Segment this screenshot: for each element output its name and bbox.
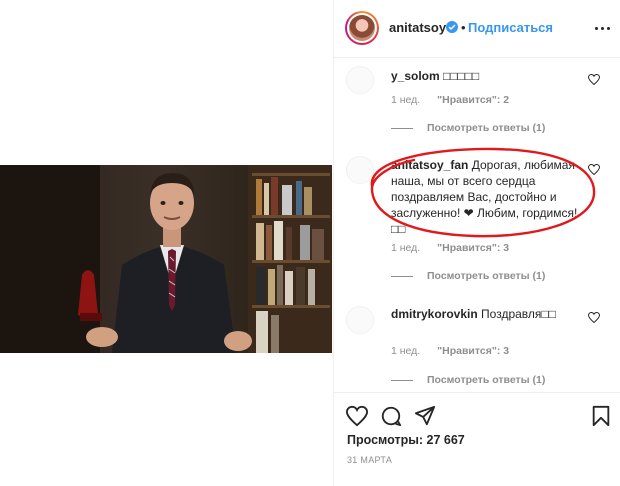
comment-icon[interactable] [380,405,402,427]
comment-time[interactable]: 1 нед. [391,242,420,254]
comment-username[interactable]: anitatsoy_fan [391,158,468,172]
comment-body: y_solom □□□□□ [391,68,581,84]
comment-text: Поздравля□□ [481,307,556,321]
video-player[interactable] [0,165,332,353]
view-replies-button[interactable]: Посмотреть ответы (1) [391,374,545,386]
comment-body: anitatsoy_fan Дорогая, любимая наша, мы … [391,157,581,237]
replies-divider [391,127,413,129]
share-icon[interactable] [414,405,436,427]
view-replies-label: Посмотреть ответы (1) [427,374,546,387]
video-frame [0,165,332,353]
bookmark-icon[interactable] [590,405,612,427]
replies-divider [391,275,413,277]
follow-button[interactable]: Подписаться [468,20,553,35]
comment-meta: 1 нед. "Нравится": 3 [391,345,509,357]
comment-avatar[interactable] [346,306,374,334]
comment-avatar[interactable] [346,156,374,184]
comment-body: dmitrykorovkin Поздравля□□ [391,306,581,322]
comment-likes[interactable]: "Нравится": 2 [437,94,509,106]
more-options-icon[interactable] [595,21,611,35]
comment-likes[interactable]: "Нравится": 3 [437,345,509,357]
comment-meta: 1 нед. "Нравится": 2 [391,94,509,106]
view-replies-button[interactable]: Посмотреть ответы (1) [391,270,545,282]
replies-divider [391,379,413,381]
comment-time[interactable]: 1 нед. [391,345,420,357]
comment-time[interactable]: 1 нед. [391,94,420,106]
comment-meta: 1 нед. "Нравится": 3 [391,242,509,254]
view-replies-label: Посмотреть ответы (1) [427,122,546,135]
verified-badge-icon [446,21,458,33]
like-heart-icon[interactable] [346,405,368,427]
media-panel [0,0,332,486]
post-sidebar: anitatsoy • Подписаться y_solom □□□□□ 1 … [333,0,620,486]
comment-username[interactable]: dmitrykorovkin [391,307,478,321]
header-separator: • [461,20,466,35]
post-actions: Просмотры: 27 667 31 МАРТА [334,392,620,486]
comment-username[interactable]: y_solom [391,69,440,83]
heart-icon[interactable] [588,74,600,85]
heart-icon[interactable] [588,312,600,323]
profile-avatar[interactable] [345,11,379,45]
comment-avatar[interactable] [346,66,374,94]
view-replies-button[interactable]: Посмотреть ответы (1) [391,122,545,134]
profile-username[interactable]: anitatsoy [389,20,446,35]
heart-icon[interactable] [588,164,600,175]
views-count[interactable]: Просмотры: 27 667 [347,433,465,447]
comment-likes[interactable]: "Нравится": 3 [437,242,509,254]
comment-text: □□□□□ [443,69,480,83]
post-date[interactable]: 31 МАРТА [347,455,392,465]
view-replies-label: Посмотреть ответы (1) [427,270,546,283]
post-header: anitatsoy • Подписаться [334,0,620,58]
